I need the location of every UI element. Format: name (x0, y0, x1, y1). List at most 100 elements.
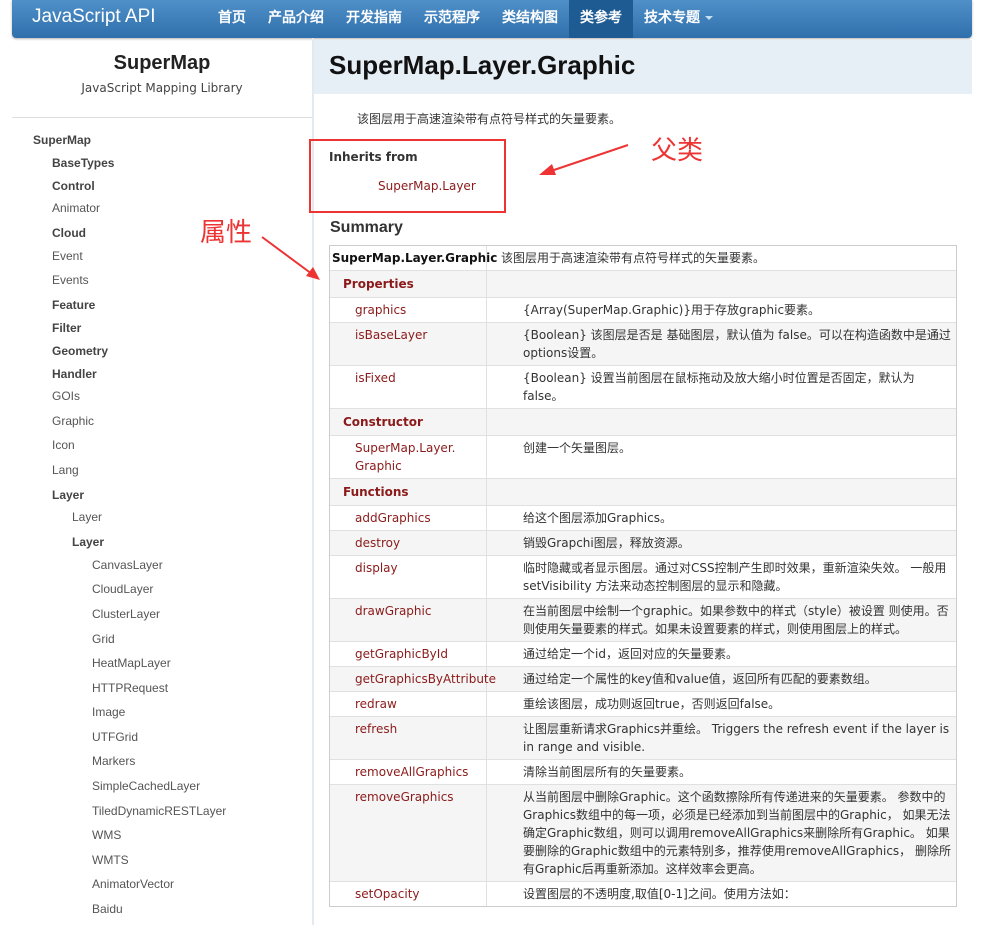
member-name-cell: Properties (330, 271, 487, 297)
member-name-cell: SuperMap.Layer. Graphic (330, 436, 487, 478)
tree-item[interactable]: Cloud (52, 226, 86, 240)
tree-item[interactable]: UTFGrid (92, 730, 138, 744)
tree-item[interactable]: BaseTypes (52, 156, 114, 170)
tree-item[interactable]: Grid (92, 632, 115, 646)
sidebar: SuperMap JavaScript Mapping Library Supe… (12, 38, 312, 925)
member-link[interactable]: setOpacity (330, 885, 486, 903)
table-row: addGraphics 给这个图层添加Graphics。 (330, 505, 956, 530)
tree-item[interactable]: HeatMapLayer (92, 656, 171, 670)
tree-item[interactable]: ClusterLayer (92, 607, 160, 621)
member-description-cell: 销毁Grapchi图层，释放资源。 (487, 531, 956, 555)
parent-class-link[interactable]: SuperMap.Layer (378, 179, 476, 193)
summary-table: SuperMap.Layer.Graphic 该图层用于高速渲染带有点符号样式的矢… (329, 245, 957, 907)
nav-item-label: 示范程序 (424, 10, 480, 26)
table-row: getGraphicsByAttribute 通过给定一个属性的key值和valu… (330, 666, 956, 691)
brand-logo[interactable]: JavaScript API (32, 6, 156, 28)
tree-item[interactable]: Handler (52, 367, 97, 381)
member-description-cell: 清除当前图层所有的矢量要素。 (487, 760, 956, 784)
sidebar-subtitle: JavaScript Mapping Library (81, 81, 243, 95)
tree-item[interactable]: Graphic (52, 414, 94, 428)
nav-item-label: 技术专题 (644, 10, 700, 26)
member-link[interactable]: getGraphicsByAttribute (330, 670, 496, 688)
member-link[interactable]: removeAllGraphics (330, 763, 486, 781)
tree-item[interactable]: WMTS (92, 853, 129, 867)
tree-item[interactable]: SuperMap (33, 133, 91, 147)
member-name-cell: drawGraphic (330, 599, 487, 641)
member-description-cell: {Boolean} 设置当前图层在鼠标拖动及放大缩小时位置是否固定，默认为 fa… (487, 366, 956, 408)
tree-item[interactable]: Control (52, 179, 95, 193)
member-description-cell: 从当前图层中删除Graphic。这个函数擦除所有传递进来的矢量要素。 参数中的G… (487, 785, 956, 881)
tree-item[interactable]: Icon (52, 438, 75, 452)
member-name-cell: Constructor (330, 409, 487, 435)
member-name-cell: destroy (330, 531, 487, 555)
tree-item[interactable]: Filter (52, 321, 81, 335)
member-description: 重绘该图层，成功则返回true，否则返回false。 (523, 697, 781, 711)
table-section-row: Functions (330, 478, 956, 505)
member-link[interactable]: isFixed (330, 369, 486, 387)
tree-item[interactable]: TiledDynamicRESTLayer (92, 804, 226, 818)
member-link[interactable]: graphics (330, 301, 486, 319)
member-description: 清除当前图层所有的矢量要素。 (523, 765, 692, 779)
member-link[interactable]: destroy (330, 534, 486, 552)
member-link[interactable]: addGraphics (330, 509, 486, 527)
member-name-cell: isFixed (330, 366, 487, 408)
table-row: setOpacity 设置图层的不透明度,取值[0-1]之间。使用方法如： (330, 881, 956, 906)
nav-item-label: 产品介绍 (268, 10, 324, 26)
member-description: 该图层用于高速渲染带有点符号样式的矢量要素。 (501, 251, 766, 265)
nav-item[interactable]: 产品介绍 (257, 0, 335, 38)
nav-item[interactable]: 类结构图 (491, 0, 569, 38)
member-link[interactable]: getGraphicById (330, 645, 486, 663)
tree-item[interactable]: AnimatorVector (92, 877, 174, 891)
tree-item[interactable]: SimpleCachedLayer (92, 779, 200, 793)
member-description: 销毁Grapchi图层，释放资源。 (523, 536, 690, 550)
nav-item[interactable]: 开发指南 (335, 0, 413, 38)
member-name-cell: getGraphicById (330, 642, 487, 666)
member-name-cell: Functions (330, 479, 487, 505)
tree-item[interactable]: Layer (72, 535, 104, 549)
tree-item[interactable]: Geometry (52, 344, 108, 358)
tree-item[interactable]: Animator (52, 201, 100, 215)
tree-item[interactable]: CloudLayer (92, 582, 153, 596)
member-link[interactable]: SuperMap.Layer. Graphic (330, 439, 486, 475)
tree-item[interactable]: Baidu (92, 902, 123, 916)
tree-item[interactable]: Events (52, 273, 89, 287)
summary-heading: Summary (330, 219, 403, 236)
member-description: 给这个图层添加Graphics。 (523, 511, 672, 525)
nav-item[interactable]: 首页 (207, 0, 257, 38)
nav-item-label: 类结构图 (502, 10, 558, 26)
nav-item[interactable]: 技术专题 (633, 0, 724, 38)
member-name-cell: SuperMap.Layer.Graphic (330, 246, 497, 270)
tree-item[interactable]: Feature (52, 298, 95, 312)
table-row: drawGraphic 在当前图层中绘制一个graphic。如果参数中的样式（st… (330, 598, 956, 641)
table-row: refresh 让图层重新请求Graphics并重绘。 Triggers the … (330, 716, 956, 759)
nav-item[interactable]: 示范程序 (413, 0, 491, 38)
member-link[interactable]: isBaseLayer (330, 326, 486, 344)
member-link[interactable]: redraw (330, 695, 486, 713)
main-nav: 首页 产品介绍 开发指南 示范程序 类结构图 类参考 技术专题 (207, 0, 724, 38)
tree-item[interactable]: Layer (72, 510, 102, 524)
table-section-row: Constructor (330, 408, 956, 435)
member-link[interactable]: removeGraphics (330, 788, 486, 806)
member-link[interactable]: drawGraphic (330, 602, 486, 620)
tree-item[interactable]: WMS (92, 828, 121, 842)
member-description-cell: 通过给定一个id，返回对应的矢量要素。 (487, 642, 956, 666)
tree-item[interactable]: Image (92, 705, 125, 719)
nav-item-label: 类参考 (580, 10, 622, 26)
tree-item[interactable]: Lang (52, 463, 79, 477)
tree-item[interactable]: Markers (92, 754, 135, 768)
table-row: SuperMap.Layer. Graphic 创建一个矢量图层。 (330, 435, 956, 478)
member-link[interactable]: refresh (330, 720, 486, 738)
table-row: removeGraphics 从当前图层中删除Graphic。这个函数擦除所有传递… (330, 784, 956, 881)
tree-item[interactable]: CanvasLayer (92, 558, 163, 572)
caret-down-icon (705, 16, 713, 20)
inherits-label: Inherits from (329, 150, 418, 164)
nav-item[interactable]: 类参考 (569, 0, 633, 38)
member-description: {Array(SuperMap.Graphic)}用于存放graphic要素。 (523, 303, 821, 317)
tree-item[interactable]: GOIs (52, 389, 80, 403)
member-name-cell: graphics (330, 298, 487, 322)
tree-item[interactable]: HTTPRequest (92, 681, 168, 695)
tree-item[interactable]: Layer (52, 488, 84, 502)
tree-item[interactable]: Event (52, 249, 83, 263)
member-link[interactable]: display (330, 559, 486, 577)
member-name-cell: redraw (330, 692, 487, 716)
